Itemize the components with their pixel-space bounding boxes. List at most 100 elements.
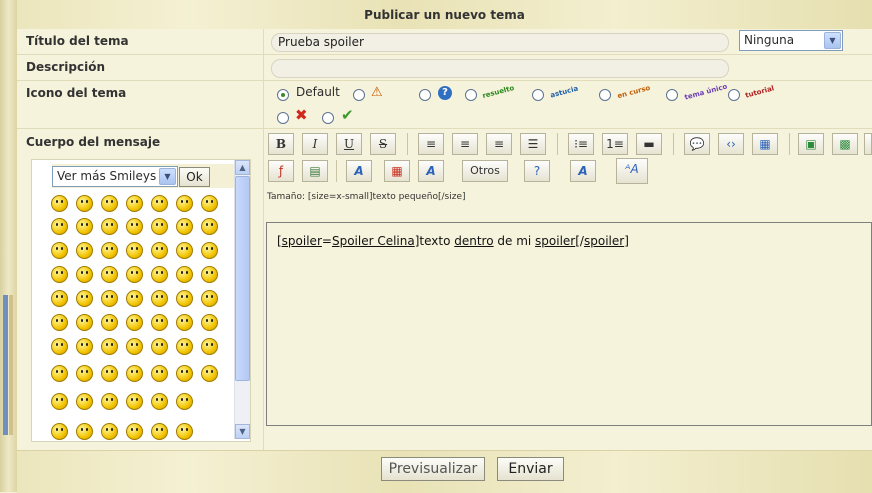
smiley-icon[interactable]	[151, 266, 168, 283]
smiley-icon[interactable]	[126, 314, 143, 331]
smiley-icon[interactable]	[101, 365, 118, 382]
smiley-icon[interactable]	[151, 365, 168, 382]
smiley-icon[interactable]	[101, 218, 118, 235]
scroll-up-icon[interactable]: ▲	[235, 160, 250, 175]
smiley-icon[interactable]	[76, 290, 93, 307]
smiley-icon[interactable]	[101, 314, 118, 331]
icon-radio-question[interactable]	[419, 89, 431, 101]
smiley-icon[interactable]	[76, 338, 93, 355]
smiley-icon[interactable]	[176, 365, 193, 382]
smiley-icon[interactable]	[101, 423, 118, 440]
smiley-icon[interactable]	[76, 195, 93, 212]
title-prefix-select[interactable]: Ninguna ▼	[739, 30, 843, 51]
smiley-icon[interactable]	[201, 338, 218, 355]
smiley-icon[interactable]	[101, 195, 118, 212]
smiley-icon[interactable]	[126, 393, 143, 410]
smiley-icon[interactable]	[176, 266, 193, 283]
table-button[interactable]: ▦	[752, 133, 778, 155]
smiley-icon[interactable]	[151, 218, 168, 235]
smiley-icon[interactable]	[51, 365, 68, 382]
smiley-icon[interactable]	[51, 242, 68, 259]
wysiwyg-toggle-button[interactable]: ᴬA	[616, 158, 648, 184]
horizontal-rule-button[interactable]: ▬	[636, 133, 662, 155]
smiley-icon[interactable]	[51, 290, 68, 307]
bullet-list-button[interactable]: ⁝≡	[568, 133, 594, 155]
smiley-icon[interactable]	[151, 242, 168, 259]
more-toolbar-button[interactable]	[864, 133, 872, 155]
smiley-icon[interactable]	[151, 338, 168, 355]
icon-radio-check[interactable]	[322, 112, 334, 124]
smiley-icon[interactable]	[176, 290, 193, 307]
scroll-thumb[interactable]	[235, 176, 250, 381]
smiley-icon[interactable]	[126, 195, 143, 212]
justify-button[interactable]: ☰	[520, 133, 546, 155]
icon-radio-en-curso[interactable]	[599, 89, 611, 101]
smiley-icon[interactable]	[51, 338, 68, 355]
smiley-scrollbar[interactable]: ▲ ▼	[234, 160, 250, 439]
align-left-button[interactable]: ≡	[418, 133, 444, 155]
preview-button[interactable]: Previsualizar	[381, 457, 485, 481]
icon-radio-tema-unico[interactable]	[666, 89, 678, 101]
quote-button[interactable]: 💬	[684, 133, 710, 155]
font-button[interactable]: A	[346, 160, 372, 182]
icon-radio-resuelto[interactable]	[465, 89, 477, 101]
icon-radio-default[interactable]	[277, 89, 289, 101]
smiley-icon[interactable]	[201, 195, 218, 212]
icon-radio-warning[interactable]	[353, 89, 365, 101]
smiley-icon[interactable]	[76, 423, 93, 440]
smiley-icon[interactable]	[201, 365, 218, 382]
message-textarea[interactable]: [spoiler=Spoiler Celina]texto dentro de …	[266, 222, 872, 426]
smiley-icon[interactable]	[201, 290, 218, 307]
smiley-icon[interactable]	[201, 242, 218, 259]
icon-radio-tutorial[interactable]	[728, 89, 740, 101]
bold-button[interactable]: B	[268, 133, 294, 155]
video-button[interactable]: ▤	[302, 160, 328, 182]
smiley-icon[interactable]	[126, 365, 143, 382]
smiley-icon[interactable]	[101, 266, 118, 283]
icon-radio-astucia[interactable]	[532, 89, 544, 101]
underline-button[interactable]: U	[336, 133, 362, 155]
smiley-icon[interactable]	[151, 195, 168, 212]
smiley-icon[interactable]	[176, 218, 193, 235]
strike-button[interactable]: S	[370, 133, 396, 155]
smiley-icon[interactable]	[76, 242, 93, 259]
smiley-icon[interactable]	[126, 266, 143, 283]
smiley-icon[interactable]	[51, 266, 68, 283]
numbered-list-button[interactable]: 1≡	[602, 133, 628, 155]
smiley-icon[interactable]	[126, 338, 143, 355]
flash-button[interactable]: ƒ	[268, 160, 294, 182]
align-center-button[interactable]: ≡	[452, 133, 478, 155]
font-size-button[interactable]: A	[418, 160, 444, 182]
scroll-down-icon[interactable]: ▼	[235, 424, 250, 439]
smiley-icon[interactable]	[76, 365, 93, 382]
smiley-icon[interactable]	[76, 218, 93, 235]
smiley-icon[interactable]	[51, 393, 68, 410]
smiley-icon[interactable]	[151, 423, 168, 440]
help-button[interactable]: ?	[524, 160, 550, 182]
smiley-icon[interactable]	[101, 242, 118, 259]
smiley-icon[interactable]	[126, 423, 143, 440]
otros-button[interactable]: Otros	[462, 160, 508, 182]
title-input[interactable]: Prueba spoiler	[271, 33, 729, 52]
send-button[interactable]: Enviar	[497, 457, 564, 481]
italic-button[interactable]: I	[302, 133, 328, 155]
smiley-icon[interactable]	[151, 290, 168, 307]
smiley-icon[interactable]	[176, 393, 193, 410]
smiley-select[interactable]: Ver más Smileys ▼	[52, 166, 178, 187]
icon-radio-cross[interactable]	[277, 112, 289, 124]
smiley-icon[interactable]	[201, 218, 218, 235]
smiley-icon[interactable]	[126, 242, 143, 259]
smiley-icon[interactable]	[176, 314, 193, 331]
smiley-icon[interactable]	[176, 338, 193, 355]
code-button[interactable]: ‹›	[718, 133, 744, 155]
smiley-icon[interactable]	[101, 338, 118, 355]
align-right-button[interactable]: ≡	[486, 133, 512, 155]
smiley-icon[interactable]	[176, 423, 193, 440]
smiley-icon[interactable]	[201, 266, 218, 283]
smiley-icon[interactable]	[51, 195, 68, 212]
image-host-button[interactable]: ▣	[798, 133, 824, 155]
smiley-icon[interactable]	[51, 314, 68, 331]
smiley-ok-button[interactable]: Ok	[179, 167, 210, 187]
smiley-icon[interactable]	[51, 218, 68, 235]
image-button[interactable]: ▩	[832, 133, 858, 155]
